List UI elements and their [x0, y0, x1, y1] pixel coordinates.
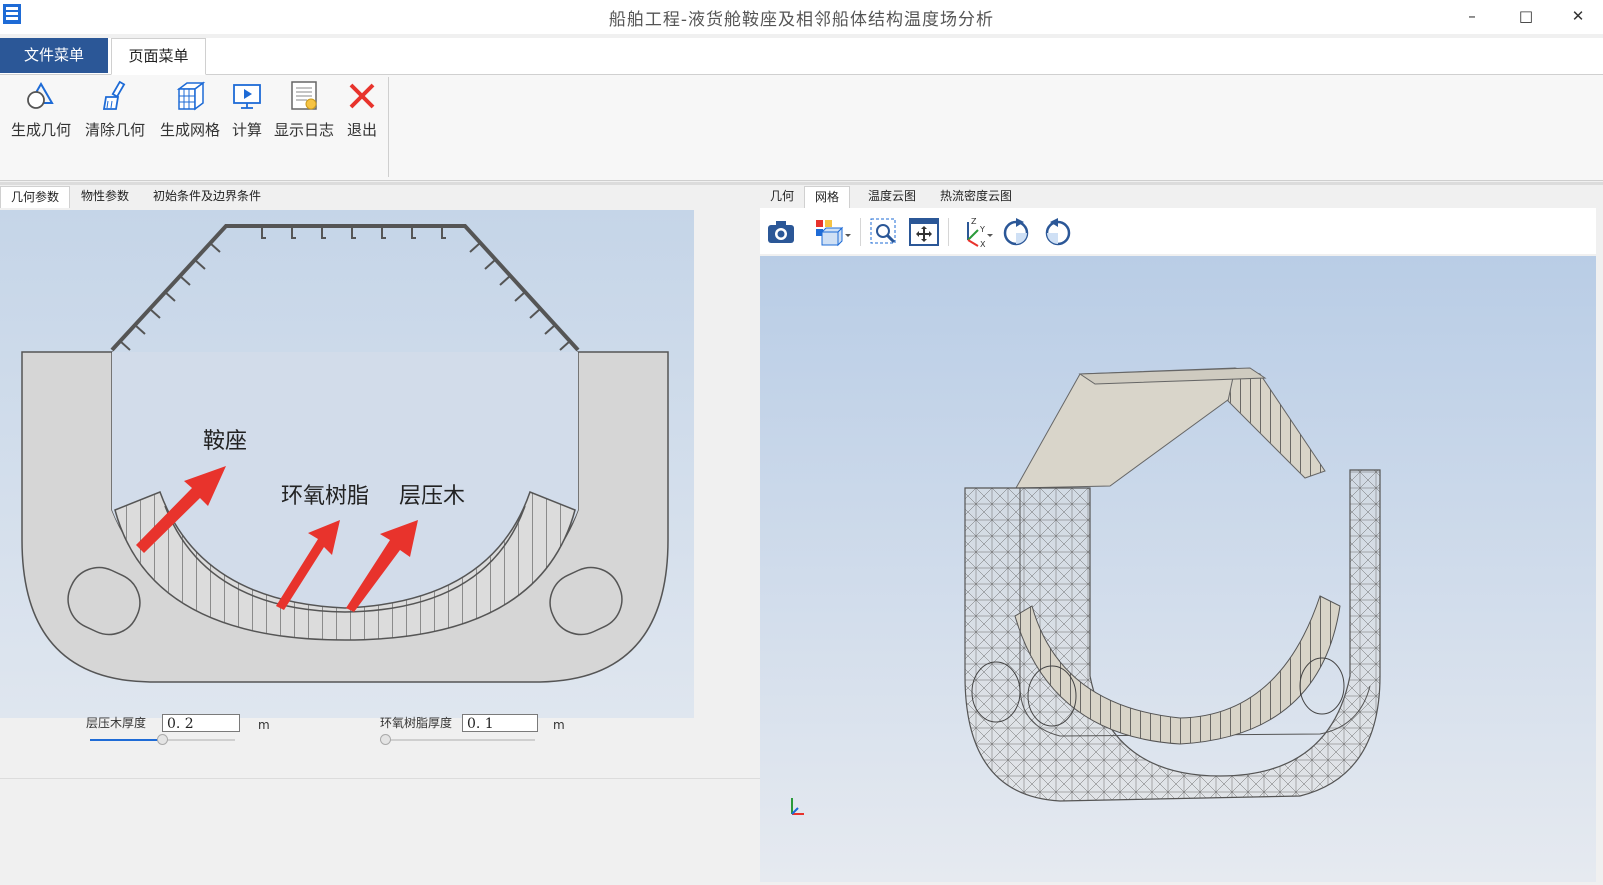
zoom-window-icon[interactable] [868, 216, 900, 248]
tab-material-params[interactable]: 物性参数 [71, 186, 139, 207]
viewer-pane: Z Y X [760, 208, 1603, 884]
laminate-thickness-slider[interactable] [90, 734, 235, 746]
generate-mesh-button[interactable]: 生成网格 [154, 79, 226, 175]
slider-track [380, 739, 535, 741]
tab-initial-boundary[interactable]: 初始条件及边界条件 [143, 186, 271, 207]
monitor-play-icon [233, 84, 261, 109]
view-cube-icon[interactable] [812, 216, 852, 248]
right-tabs: 几何 网格 温度云图 热流密度云图 [760, 186, 1603, 208]
laminate-unit: m [258, 718, 270, 732]
label-laminated-wood: 层压木 [399, 484, 465, 509]
label-epoxy: 环氧树脂 [281, 484, 369, 509]
window-title: 船舶工程-液货舱鞍座及相邻船体结构温度场分析 [608, 10, 995, 30]
clear-geometry-button[interactable]: 清除几何 [80, 79, 150, 175]
slider-fill [90, 739, 163, 741]
compute-button[interactable]: 计算 [229, 79, 265, 175]
tab-file-menu[interactable]: 文件菜单 [0, 38, 108, 73]
compute-label: 计算 [231, 121, 262, 139]
pan-fit-icon[interactable] [908, 216, 940, 248]
ribbon: 生成几何 清除几何 生成网格 计算 显示日志 退出 [0, 75, 1603, 181]
show-log-label: 显示日志 [273, 121, 334, 139]
log-icon [291, 81, 317, 110]
rotate-cw-icon[interactable] [1000, 216, 1032, 248]
generate-geometry-label: 生成几何 [10, 121, 71, 139]
slider-thumb[interactable] [380, 734, 391, 745]
minimize-button[interactable]: – [1452, 4, 1492, 28]
epoxy-thickness-input[interactable]: 0. 1 [462, 714, 538, 732]
exit-button[interactable]: 退出 [342, 79, 382, 175]
close-x-icon [349, 83, 375, 109]
toolbar-separator [860, 218, 861, 246]
epoxy-thickness-label: 环氧树脂厚度 [380, 716, 453, 730]
mesh-viewport[interactable] [760, 256, 1596, 882]
axis-triad-icon[interactable]: Z Y X [958, 216, 994, 248]
toolbar-separator [948, 218, 949, 246]
brush-icon [102, 80, 126, 110]
laminate-thickness-label: 层压木厚度 [86, 716, 147, 730]
laminate-thickness-input[interactable]: 0. 2 [162, 714, 240, 732]
tab-geometry-view[interactable]: 几何 [760, 186, 804, 207]
maximize-button[interactable]: □ [1506, 4, 1546, 28]
svg-text:X: X [980, 240, 986, 248]
tab-mesh-view[interactable]: 网格 [804, 186, 851, 208]
viewer-toolbar: Z Y X [760, 208, 1596, 254]
generate-geometry-icon [27, 82, 54, 109]
tank-stiffeners [119, 226, 571, 351]
show-log-button[interactable]: 显示日志 [270, 79, 338, 175]
tab-geometry-params[interactable]: 几何参数 [0, 186, 71, 208]
tab-page-menu[interactable]: 页面菜单 [111, 38, 206, 75]
mesh-3d-model [791, 367, 1381, 815]
param-panel: 层压木厚度 0. 2 m 环氧树脂厚度 0. 1 m [0, 714, 760, 778]
splitter [0, 182, 1603, 185]
exit-label: 退出 [346, 121, 377, 139]
generate-geometry-button[interactable]: 生成几何 [8, 79, 74, 175]
empty-panel [0, 778, 760, 885]
epoxy-thickness-slider[interactable] [380, 734, 535, 746]
slider-thumb[interactable] [157, 734, 168, 745]
menu-tabs: 文件菜单 页面菜单 [0, 38, 1603, 75]
generate-mesh-label: 生成网格 [159, 121, 220, 139]
mesh-cube-icon [176, 81, 206, 111]
left-tabs: 几何参数 物性参数 初始条件及边界条件 [0, 186, 740, 208]
epoxy-unit: m [553, 718, 565, 732]
ribbon-separator [388, 77, 389, 177]
close-window-button[interactable]: ✕ [1558, 4, 1598, 28]
title-bar: 船舶工程-液货舱鞍座及相邻船体结构温度场分析 – □ ✕ [0, 0, 1603, 34]
geometry-diagram: 鞍座 环氧树脂 层压木 [0, 210, 694, 718]
rotate-ccw-icon[interactable] [1042, 216, 1074, 248]
svg-text:Z: Z [971, 217, 977, 226]
camera-icon[interactable] [765, 216, 797, 248]
clear-geometry-label: 清除几何 [84, 121, 145, 139]
svg-text:Y: Y [979, 225, 985, 234]
label-saddle: 鞍座 [203, 429, 247, 454]
tab-temperature-contour[interactable]: 温度云图 [858, 186, 926, 207]
saddle-cross-section: 鞍座 环氧树脂 层压木 [21, 224, 669, 683]
tab-heat-flux-contour[interactable]: 热流密度云图 [930, 186, 1022, 207]
